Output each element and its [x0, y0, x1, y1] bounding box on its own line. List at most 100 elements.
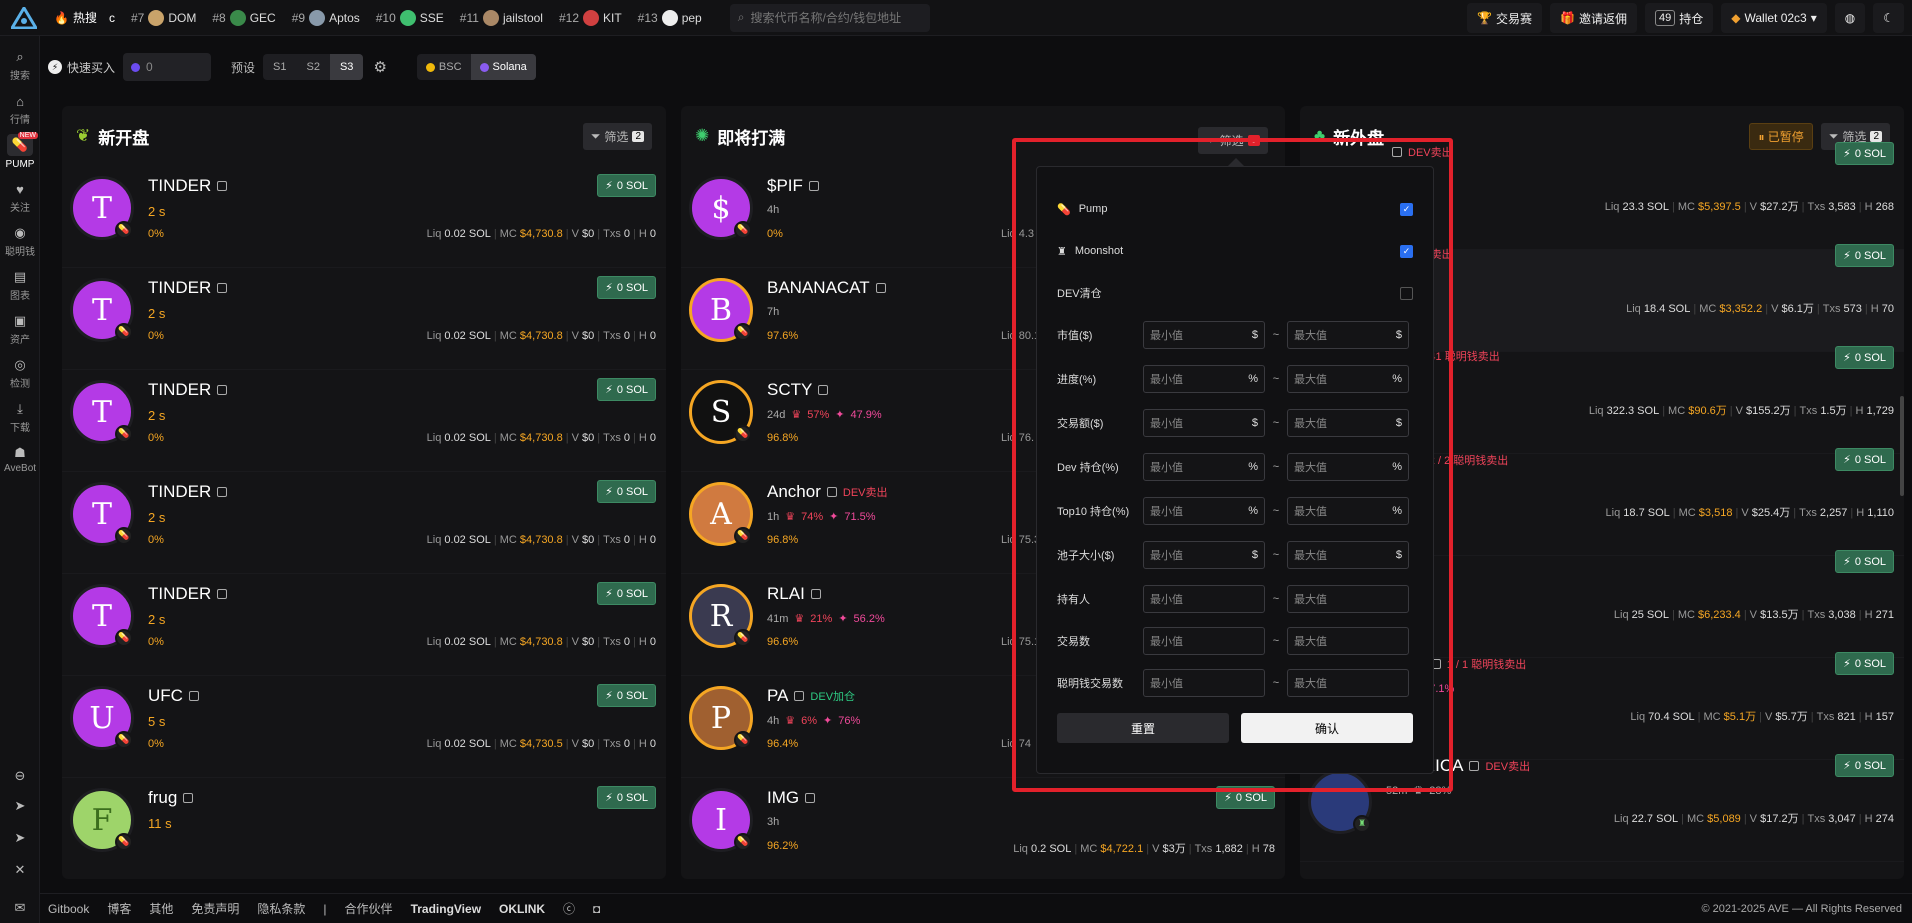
token-avatar[interactable]: P 💊	[689, 686, 753, 750]
token-avatar[interactable]: T 💊	[70, 584, 134, 648]
sidebar-item-search[interactable]: ⌕ 搜索	[0, 49, 40, 82]
ticker-item[interactable]: #9 Aptos	[292, 9, 360, 26]
chain-bsc[interactable]: BSC	[417, 54, 471, 80]
token-avatar[interactable]: $ 💊	[689, 176, 753, 240]
copy-icon[interactable]	[217, 181, 228, 191]
token-avatar[interactable]: F 💊	[70, 788, 134, 852]
token-row[interactable]: F 💊 frug 11 s ⚡ 0 SOL	[62, 778, 666, 879]
min-input[interactable]: 最小值	[1143, 669, 1265, 697]
max-input[interactable]: 最大值%	[1287, 497, 1409, 525]
token-avatar[interactable]: R 💊	[689, 584, 753, 648]
token-name[interactable]: IMG	[767, 788, 816, 808]
min-input[interactable]: 最小值 $	[1143, 541, 1265, 569]
scrollbar[interactable]	[1900, 396, 1904, 496]
token-name[interactable]: TINDER	[148, 380, 228, 400]
copy-icon[interactable]	[808, 181, 819, 191]
moonshot-checkbox[interactable]: ✓	[1400, 244, 1413, 258]
preset-s2[interactable]: S2	[297, 54, 330, 80]
max-input[interactable]: 最大值%	[1287, 453, 1409, 481]
buy-button[interactable]: ⚡ 0 SOL	[1835, 652, 1894, 675]
min-input[interactable]: 最小值	[1143, 627, 1265, 655]
partner-logo[interactable]: TradingView	[411, 902, 481, 916]
wallet-button[interactable]: ◆ Wallet 02c3 ▾	[1721, 3, 1827, 33]
preset-s1[interactable]: S1	[263, 54, 296, 80]
partner-icon[interactable]: ◘	[593, 902, 600, 916]
sidebar-item-compass[interactable]: ◉ 聪明钱	[0, 225, 40, 258]
search-input[interactable]: 搜索代币名称/合约/钱包地址	[750, 9, 901, 26]
token-row[interactable]: T 💊 TINDER 2 s 0% Liq 0.02 SOL | MC $4,730.8 | V …	[62, 574, 666, 676]
buy-button[interactable]: ⚡ 0 SOL	[597, 174, 656, 197]
max-input[interactable]: 最大值	[1287, 627, 1409, 655]
token-row[interactable]: T 💊 TINDER 2 s 0% Liq 0.02 SOL | MC $4,730.8 | V …	[62, 370, 666, 472]
sidebar-item-pill[interactable]: 💊 PUMP NEW	[0, 132, 40, 170]
ticker-item[interactable]: #8 GEC	[212, 9, 276, 26]
token-row[interactable]: ♜AMERICADEV卖出52m♛28%Liq 22.7 SOL|MC $5,0…	[1300, 754, 1904, 862]
copy-icon[interactable]	[818, 385, 829, 395]
mail-icon[interactable]: ✉	[0, 900, 40, 916]
filter-button[interactable]: ⏷ 筛选 2	[582, 122, 652, 150]
token-row[interactable]: T 💊 TINDER 2 s 0% Liq 0.02 SOL | MC $4,730.8 | V …	[62, 166, 666, 268]
footer-link[interactable]: 合作伙伴	[345, 900, 393, 917]
sidebar-item-chart[interactable]: ▤ 图表	[0, 269, 40, 302]
token-name[interactable]: frug	[148, 788, 194, 808]
filter-dev-clear-row[interactable]: DEV清仓	[1057, 279, 1413, 307]
partner-logo[interactable]: OKLINK	[499, 902, 545, 916]
token-name[interactable]: BANANACAT	[767, 278, 886, 298]
copy-icon[interactable]	[826, 487, 837, 497]
max-input[interactable]: 最大值	[1287, 585, 1409, 613]
copy-icon[interactable]	[1392, 147, 1402, 157]
ticker-item[interactable]: #13 pep	[638, 9, 702, 26]
token-name[interactable]: DEV卖出	[1386, 144, 1453, 160]
token-name[interactable]: TINDER	[148, 176, 228, 196]
chain-solana[interactable]: Solana	[470, 54, 536, 80]
holdings-button[interactable]: 49 持仓	[1644, 3, 1714, 33]
buy-button[interactable]: ⚡ 0 SOL	[1835, 448, 1894, 471]
sidebar-item-home[interactable]: ⌂ 行情	[0, 94, 40, 127]
max-input[interactable]: 最大值 $	[1287, 541, 1409, 569]
copy-icon[interactable]	[217, 385, 228, 395]
min-input[interactable]: 最小值 $	[1143, 409, 1265, 437]
col2-filter-button[interactable]: ⏷ 筛选 ●	[1198, 127, 1268, 154]
filter-pump-row[interactable]: 💊 Pump ✓	[1057, 195, 1413, 223]
buy-button[interactable]: ⚡ 0 SOL	[597, 480, 656, 503]
buy-button[interactable]: ⚡ 0 SOL	[597, 582, 656, 605]
min-input[interactable]: 最小值	[1143, 585, 1265, 613]
token-name[interactable]: TINDER	[148, 278, 228, 298]
min-input[interactable]: 最小值%	[1143, 453, 1265, 481]
filter-moonshot-row[interactable]: ♜ Moonshot ✓	[1057, 237, 1413, 265]
copy-icon[interactable]	[188, 691, 199, 701]
paused-badge[interactable]: ⏸ 已暂停	[1749, 122, 1813, 150]
token-name[interactable]: UFC	[148, 686, 199, 706]
token-avatar[interactable]: I 💊	[689, 788, 753, 852]
token-avatar[interactable]: B 💊	[689, 278, 753, 342]
max-input[interactable]: 最大值	[1287, 669, 1409, 697]
copy-icon[interactable]	[217, 487, 228, 497]
token-name[interactable]: RLAI	[767, 584, 821, 604]
copy-icon[interactable]	[183, 793, 194, 803]
footer-link[interactable]: 博客	[107, 900, 131, 917]
dev-clear-checkbox[interactable]	[1400, 286, 1413, 300]
buy-button[interactable]: ⚡ 0 SOL	[597, 684, 656, 707]
copy-icon[interactable]	[810, 589, 821, 599]
token-avatar[interactable]: A 💊	[689, 482, 753, 546]
token-avatar[interactable]: T 💊	[70, 278, 134, 342]
max-input[interactable]: 最大值 $	[1287, 409, 1409, 437]
quick-buy-amount-input[interactable]: 0	[123, 53, 212, 81]
token-avatar[interactable]: T 💊	[70, 380, 134, 444]
token-name[interactable]: TINDER	[148, 482, 228, 502]
pump-checkbox[interactable]: ✓	[1400, 202, 1413, 216]
buy-button[interactable]: ⚡ 0 SOL	[597, 378, 656, 401]
telegram-alt-icon[interactable]: ➤	[0, 830, 40, 846]
copy-icon[interactable]	[1469, 761, 1480, 771]
token-name[interactable]: TINDER	[148, 584, 228, 604]
token-name[interactable]: Anchor DEV卖出	[767, 482, 888, 502]
token-avatar[interactable]: S 💊	[689, 380, 753, 444]
max-input[interactable]: 最大值%	[1287, 365, 1409, 393]
token-name[interactable]: $PIF	[767, 176, 819, 196]
telegram-icon[interactable]: ➤	[0, 798, 40, 814]
ticker-item[interactable]: #10 SSE	[376, 9, 444, 26]
copy-icon[interactable]	[217, 283, 228, 293]
sidebar-item-bot[interactable]: ☗ AveBot	[0, 445, 40, 474]
sidebar-item-download[interactable]: ⤓ 下载	[0, 401, 40, 434]
sidebar-item-heart[interactable]: ♥ 关注	[0, 182, 40, 215]
